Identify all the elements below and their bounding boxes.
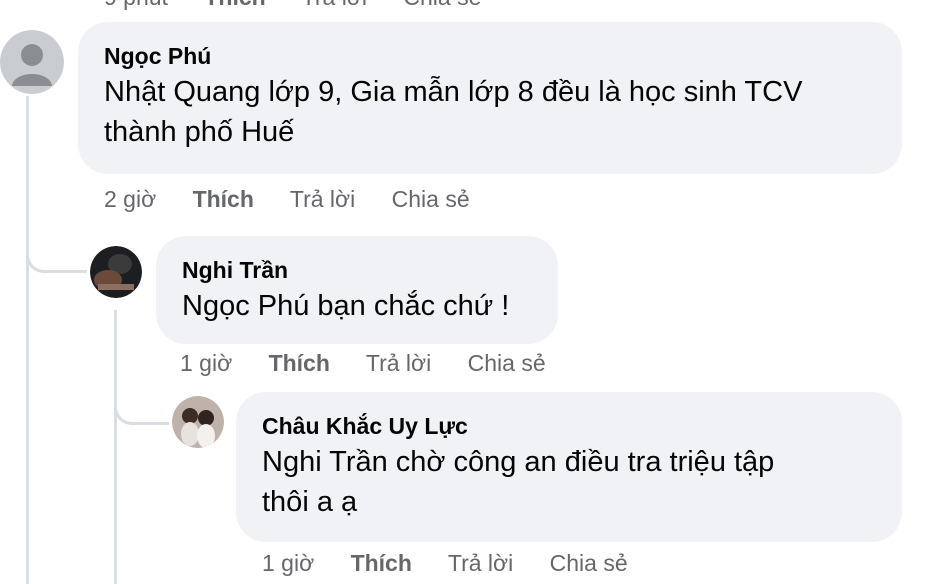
comment-text: Nghi Trần chờ công an điều tra triệu tập <box>262 446 775 478</box>
comment-author[interactable]: Châu Khắc Uy Lực <box>262 412 876 440</box>
comment-bubble-nghi-tran: Nghi Trần Ngọc Phú bạn chắc chứ ! <box>156 236 558 344</box>
comment-author[interactable]: Ngọc Phú <box>104 42 876 70</box>
comment-author[interactable]: Nghi Trần <box>182 256 532 284</box>
comment-text: Ngọc Phú bạn chắc chứ ! <box>182 290 510 322</box>
avatar-ngoc-phu[interactable] <box>0 30 64 94</box>
comment-text: thành phố Huế <box>104 116 295 148</box>
user-photo-icon <box>172 396 224 448</box>
comment-bubble-chau-khac-uy-luc: Châu Khắc Uy Lực Nghi Trần chờ công an đ… <box>236 392 902 542</box>
reply-button[interactable]: Trả lời <box>290 186 355 212</box>
previous-comment-actions: 9 phút Thích Trả lời Chia sẻ <box>104 0 511 11</box>
default-user-icon <box>0 30 64 94</box>
comment-actions: 1 giờ Thích Trả lời Chia sẻ <box>180 350 576 377</box>
share-button[interactable]: Chia sẻ <box>550 550 628 576</box>
like-button[interactable]: Thích <box>351 550 412 576</box>
like-button[interactable]: Thích <box>269 350 330 376</box>
comment-time[interactable]: 2 giờ <box>104 186 156 212</box>
reply-button[interactable]: Trả lời <box>366 350 431 376</box>
previous-like-button[interactable]: Thích <box>204 0 265 10</box>
comment-text: Nhật Quang lớp 9, Gia mẫn lớp 8 đều là h… <box>104 76 803 108</box>
comment-time[interactable]: 1 giờ <box>180 350 232 376</box>
avatar-nghi-tran[interactable] <box>90 246 142 298</box>
comment-actions: 2 giờ Thích Trả lời Chia sẻ <box>104 186 500 213</box>
comment-bubble-ngoc-phu: Ngọc Phú Nhật Quang lớp 9, Gia mẫn lớp 8… <box>78 22 902 174</box>
previous-reply-button[interactable]: Trả lời <box>302 0 367 10</box>
like-button[interactable]: Thích <box>193 186 254 212</box>
comment-time[interactable]: 1 giờ <box>262 550 314 576</box>
comment-actions: 1 giờ Thích Trả lời Chia sẻ <box>262 550 658 577</box>
reply-button[interactable]: Trả lời <box>448 550 513 576</box>
previous-time[interactable]: 9 phút <box>104 0 168 10</box>
avatar-chau-khac-uy-luc[interactable] <box>172 396 224 448</box>
share-button[interactable]: Chia sẻ <box>392 186 470 212</box>
previous-share-button[interactable]: Chia sẻ <box>403 0 481 10</box>
comment-text: thôi a ạ <box>262 486 358 518</box>
share-button[interactable]: Chia sẻ <box>468 350 546 376</box>
user-photo-icon <box>90 246 142 298</box>
